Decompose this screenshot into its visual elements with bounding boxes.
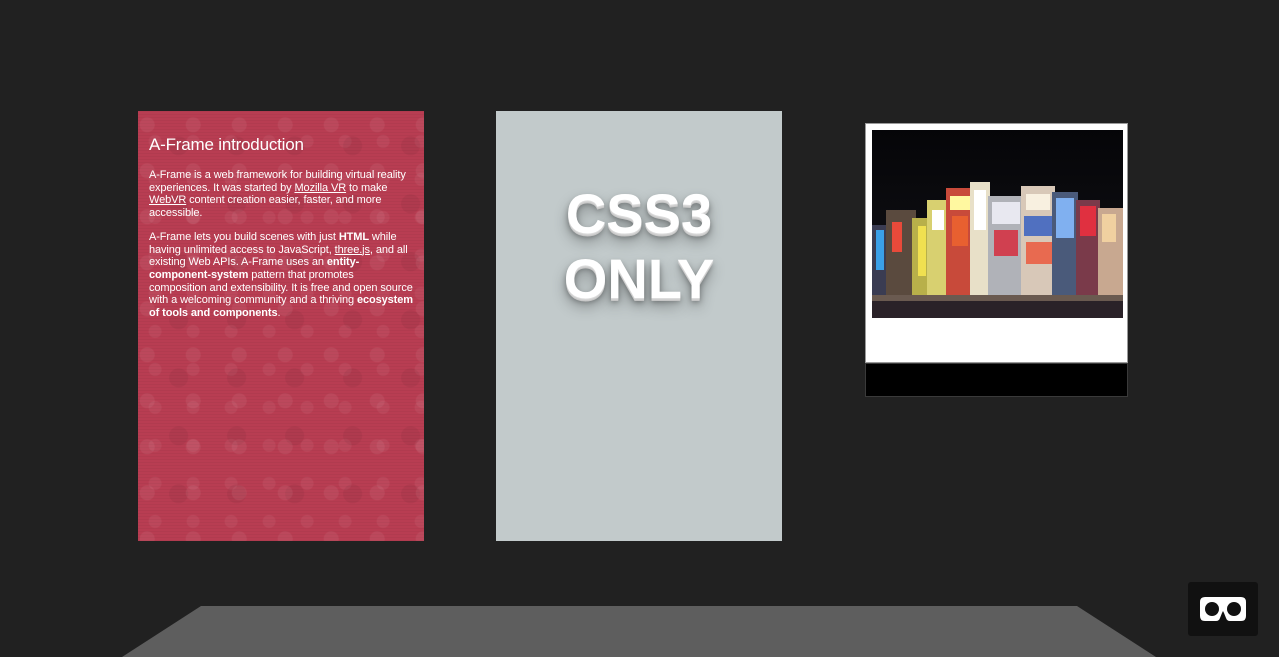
text-span: . — [277, 307, 281, 320]
text-span: to make — [346, 181, 388, 194]
threejs-link[interactable]: three.js — [335, 244, 370, 256]
vr-goggles-icon — [1200, 597, 1246, 621]
text-span: A-Frame lets you build scenes with just — [149, 230, 339, 243]
css3-label: CSS3 — [565, 182, 713, 245]
intro-title: A-Frame introduction — [149, 135, 304, 154]
intro-panel: A-Frame introduction A-Frame is a web fr… — [138, 111, 424, 541]
bold-html: HTML — [338, 230, 369, 243]
city-night-illustration — [872, 130, 1123, 318]
css3-panel: CSS3 ONLY — [496, 111, 782, 541]
enter-vr-button[interactable] — [1188, 582, 1258, 636]
intro-paragraph-2: A-Frame lets you build scenes with just … — [149, 231, 413, 320]
only-label: ONLY — [563, 247, 715, 310]
photo-panel — [865, 123, 1128, 397]
intro-paragraph-1: A-Frame is a web framework for building … — [149, 169, 413, 220]
floor-surface — [122, 606, 1156, 657]
mozilla-vr-link[interactable]: Mozilla VR — [294, 182, 346, 194]
photo-shadow — [865, 363, 1128, 397]
vr-scene[interactable]: A-Frame introduction A-Frame is a web fr… — [0, 0, 1279, 657]
webvr-link[interactable]: WebVR — [149, 194, 186, 206]
photo-frame — [865, 123, 1128, 363]
city-night-photo — [872, 130, 1123, 318]
